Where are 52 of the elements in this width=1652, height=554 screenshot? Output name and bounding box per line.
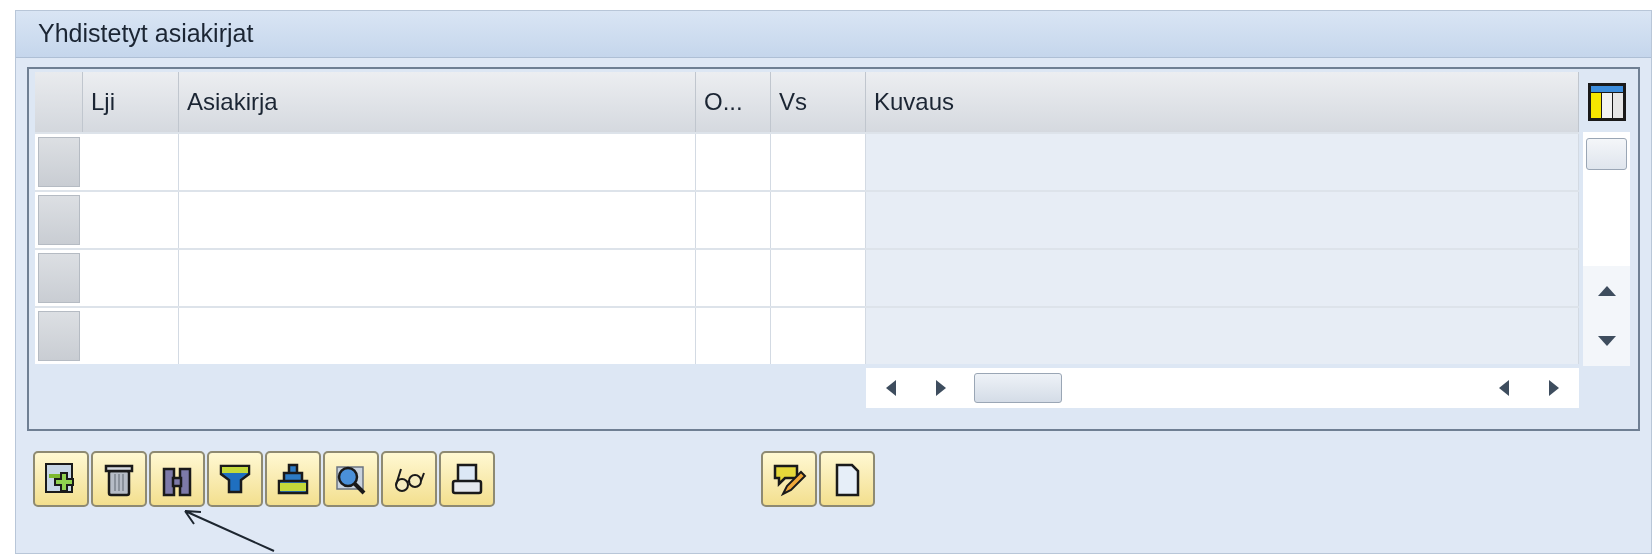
- column-header[interactable]: Asiakirja: [179, 72, 696, 132]
- right-arrow-icon: [1549, 380, 1559, 396]
- add-row-button[interactable]: [33, 451, 89, 507]
- scroll-thumb[interactable]: [973, 373, 1062, 403]
- input-field[interactable]: [771, 192, 866, 248]
- column-header[interactable]: O...: [696, 72, 771, 132]
- input-field[interactable]: [771, 250, 866, 306]
- column-header[interactable]: Vs: [771, 72, 866, 132]
- input-field[interactable]: [696, 250, 771, 306]
- input-field[interactable]: [696, 192, 771, 248]
- new-document-button[interactable]: [819, 451, 875, 507]
- up-arrow-icon: [1597, 286, 1616, 296]
- row-selector[interactable]: [38, 253, 80, 303]
- input-field[interactable]: [179, 134, 696, 190]
- glasses-button[interactable]: [381, 451, 437, 507]
- row-selector[interactable]: [38, 195, 80, 245]
- input-field[interactable]: [179, 250, 696, 306]
- input-field[interactable]: [771, 308, 866, 364]
- sort-icon: [275, 461, 311, 497]
- vertical-scrollbar[interactable]: [1583, 132, 1630, 366]
- columns-icon: [1586, 82, 1627, 122]
- input-field[interactable]: [179, 308, 696, 364]
- scroll-down-button[interactable]: [1583, 316, 1630, 366]
- down-arrow-icon: [1597, 336, 1616, 346]
- edit-note-button[interactable]: [761, 451, 817, 507]
- input-field[interactable]: [83, 250, 179, 306]
- input-field[interactable]: [83, 308, 179, 364]
- row-selector[interactable]: [38, 137, 80, 187]
- scroll-thumb[interactable]: [1586, 138, 1627, 170]
- find-button[interactable]: [149, 451, 205, 507]
- print-button[interactable]: [439, 451, 495, 507]
- input-field[interactable]: [83, 192, 179, 248]
- right-arrow-icon: [935, 380, 946, 396]
- column-header[interactable]: Lji: [83, 72, 179, 132]
- input-field[interactable]: [696, 308, 771, 364]
- select-all-button[interactable]: [35, 72, 83, 132]
- scroll-up-button[interactable]: [1583, 266, 1630, 316]
- printer-icon: [449, 461, 485, 497]
- left-arrow-icon: [1499, 380, 1509, 396]
- input-field[interactable]: [83, 134, 179, 190]
- left-arrow-icon: [885, 380, 896, 396]
- panel-title: Yhdistetyt asiakirjat: [38, 18, 254, 50]
- delete-button[interactable]: [91, 451, 147, 507]
- zoom-button[interactable]: [323, 451, 379, 507]
- horizontal-scrollbar[interactable]: [865, 368, 1579, 408]
- column-header[interactable]: Kuvaus: [866, 72, 1579, 132]
- input-field[interactable]: [179, 192, 696, 248]
- input-field[interactable]: [771, 134, 866, 190]
- row-selector[interactable]: [38, 311, 80, 361]
- filter-button[interactable]: [207, 451, 263, 507]
- sort-button[interactable]: [265, 451, 321, 507]
- input-field[interactable]: [696, 134, 771, 190]
